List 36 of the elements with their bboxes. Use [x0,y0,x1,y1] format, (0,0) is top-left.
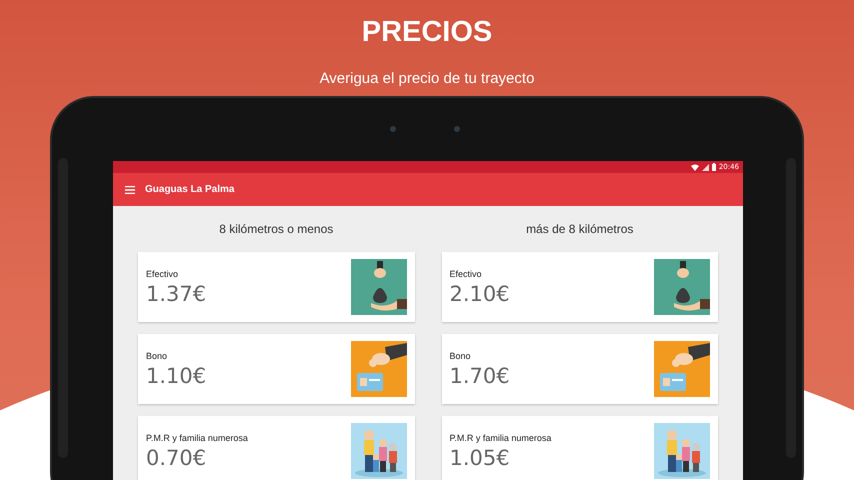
fare-price: 0.70€ [146,446,208,470]
menu-button[interactable] [125,186,135,194]
fare-label: Bono [450,350,472,360]
hand-card-illustration [654,341,710,397]
money-bag-hand-illustration [654,259,710,315]
fare-card[interactable]: Bono 1.70€ [442,334,718,404]
fare-price: 1.70€ [450,364,510,388]
fare-price: 2.10€ [450,282,510,306]
fare-card[interactable]: Efectivo 2.10€ [442,252,718,322]
fare-label: P.M.R y familia numerosa [146,432,248,442]
hand-card-illustration [350,341,406,397]
fare-price: 1.10€ [146,364,206,388]
page-subtitle: Averigua el precio de tu trayecto [320,70,534,88]
money-bag-hand-illustration [350,259,406,315]
fare-label: Efectivo [450,268,483,278]
fare-label: Efectivo [146,268,180,278]
wifi-icon [690,164,699,170]
fare-label: Bono [146,350,168,360]
fare-label: P.M.R y familia numerosa [450,432,552,442]
fare-card[interactable]: P.M.R y familia numerosa 0.70€ [138,416,414,480]
signal-icon [702,164,709,170]
family-illustration [350,423,406,479]
column-heading: 8 kilómetros o menos [218,222,334,236]
page-title: PRECIOS [362,16,492,48]
family-illustration [654,423,710,479]
fare-price: 1.37€ [146,282,206,306]
fare-card[interactable]: Bono 1.10€ [138,334,414,404]
fare-price: 1.05€ [450,446,511,470]
column-heading: más de 8 kilómetros [525,222,634,236]
fare-card[interactable]: Efectivo 1.37€ [138,252,414,322]
sensor-dot [454,126,460,132]
app-title: Guaguas La Palma [145,184,234,195]
camera-dot [390,126,396,132]
battery-icon [712,163,716,171]
menu-icon [125,186,135,194]
fare-card[interactable]: P.M.R y familia numerosa 1.05€ [442,416,718,480]
